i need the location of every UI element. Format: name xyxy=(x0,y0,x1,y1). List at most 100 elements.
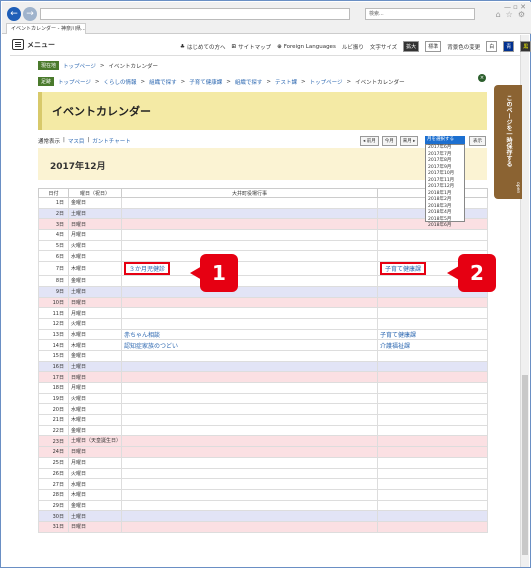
link-sitemap[interactable]: ⊞ サイトマップ xyxy=(231,41,271,52)
font-size-label: 文字サイズ xyxy=(369,44,398,51)
browser-toolbar: ← → 検索... ⌂ ☆ ⚙ — ▫ ✕ イベントカレンダー - 神奈川県..… xyxy=(2,2,531,34)
table-row: 24日 日曜日 xyxy=(38,446,488,458)
day-cell: 土曜日 xyxy=(68,285,122,298)
callout-2: 2 xyxy=(458,254,496,292)
prev-month-button[interactable]: ◂ 前月 xyxy=(360,136,379,146)
beginner-icon: ♣ xyxy=(180,43,185,50)
date-cell: 2日 xyxy=(38,207,69,220)
dept-link[interactable]: 子育て健康課 xyxy=(380,332,416,339)
next-month-button[interactable]: 来月 ▸ xyxy=(399,136,419,146)
breadcrumb-history: 足跡 トップページ > くらしの情報 > 組織で探す > 子育て健康課 > 組織で探す >… xyxy=(38,76,488,87)
gear-icon[interactable]: ⚙ xyxy=(518,10,525,19)
color-blue-button[interactable]: 青 xyxy=(503,41,515,52)
scrollbar-thumb[interactable] xyxy=(522,375,528,555)
month-select[interactable]: 月を選択する xyxy=(425,136,465,144)
day-cell: 火曜日 xyxy=(68,392,122,405)
crumb-link[interactable]: くらしの情報 xyxy=(104,78,137,86)
dept-link[interactable]: 子育て健康課 xyxy=(380,262,427,275)
font-standard-button[interactable]: 標準 xyxy=(425,41,442,52)
event-link[interactable]: ３か月児健診 xyxy=(124,262,171,275)
table-row: 12日 火曜日 xyxy=(38,317,488,330)
menu-label: メニュー xyxy=(27,40,55,49)
this-month-button[interactable]: 今月 xyxy=(381,136,397,146)
date-cell: 20日 xyxy=(38,403,69,416)
date-cell: 1日 xyxy=(38,197,69,209)
search-input[interactable]: 検索... xyxy=(365,8,475,20)
table-row: 31日 日曜日 xyxy=(38,520,488,533)
dept-cell xyxy=(377,229,488,241)
event-link[interactable]: 認知症家族のつどい xyxy=(124,343,178,350)
table-row: 6日 水曜日 xyxy=(38,250,488,263)
home-icon[interactable]: ⌂ xyxy=(496,10,501,19)
crumb-link[interactable]: トップページ xyxy=(63,62,96,70)
address-bar[interactable] xyxy=(40,8,350,20)
event-cell xyxy=(121,382,378,394)
link-foreign[interactable]: ⊕ Foreign Languages xyxy=(277,41,336,52)
event-link[interactable]: 赤ちゃん相談 xyxy=(124,332,160,339)
close-icon[interactable]: × xyxy=(478,74,486,82)
crumb-link[interactable]: トップページ xyxy=(58,78,91,86)
window-controls[interactable]: — ▫ ✕ xyxy=(504,3,526,11)
crumb-link[interactable]: 組織で探す xyxy=(235,78,263,86)
month-option[interactable]: 2018年6月 xyxy=(428,223,464,230)
event-cell xyxy=(121,239,378,252)
crumb-link[interactable]: 子育て健康課 xyxy=(189,78,222,86)
date-cell: 4日 xyxy=(38,229,69,241)
dept-cell xyxy=(377,488,488,501)
star-icon[interactable]: ☆ xyxy=(506,10,513,19)
dept-cell xyxy=(377,307,488,319)
table-row: 7日 木曜日 ３か月児健診 子育て健康課 xyxy=(38,261,488,277)
dept-cell xyxy=(377,414,488,426)
crumb-link[interactable]: 組織で探す xyxy=(149,78,177,86)
date-cell: 17日 xyxy=(38,371,69,383)
day-cell: 土曜日（天皇誕生日） xyxy=(68,435,122,448)
table-row: 29日 金曜日 xyxy=(38,499,488,512)
date-cell: 6日 xyxy=(38,250,69,263)
color-white-button[interactable]: 白 xyxy=(486,41,498,52)
header-date: 日付 xyxy=(38,188,69,198)
day-cell: 月曜日 xyxy=(68,382,122,394)
day-cell: 日曜日 xyxy=(68,371,122,383)
dept-link[interactable]: 介護福祉課 xyxy=(380,343,410,350)
table-row: 1日 金曜日 xyxy=(38,197,488,209)
date-cell: 13日 xyxy=(38,328,69,341)
display-button[interactable]: 表示 xyxy=(469,136,486,146)
date-cell: 11日 xyxy=(38,307,69,319)
day-cell: 金曜日 xyxy=(68,197,122,209)
day-cell: 水曜日 xyxy=(68,328,122,341)
date-cell: 18日 xyxy=(38,382,69,394)
date-cell: 27日 xyxy=(38,478,69,490)
open-label[interactable]: open xyxy=(496,182,520,193)
event-cell xyxy=(121,424,378,437)
dept-cell xyxy=(377,392,488,405)
event-cell xyxy=(121,317,378,330)
globe-icon: ⊕ xyxy=(277,43,282,50)
month-heading-box: 2017年12月 xyxy=(38,148,487,180)
dept-cell xyxy=(377,296,488,309)
browser-tab[interactable]: イベントカレンダー - 神奈川県... xyxy=(6,23,86,34)
event-cell xyxy=(121,456,378,469)
color-black-button[interactable]: 黒 xyxy=(520,41,531,52)
crumb-link[interactable]: テスト課 xyxy=(275,78,297,86)
day-cell: 日曜日 xyxy=(68,218,122,231)
event-cell: 認知症家族のつどい xyxy=(121,339,378,351)
event-cell: ３か月児健診 xyxy=(121,261,378,277)
crumb-link[interactable]: トップページ xyxy=(310,78,343,86)
font-enlarge-button[interactable]: 拡大 xyxy=(403,41,420,52)
back-button[interactable]: ← xyxy=(7,7,21,21)
date-cell: 7日 xyxy=(38,261,69,277)
date-cell: 10日 xyxy=(38,296,69,309)
view-normal: 通常表示 xyxy=(38,139,61,145)
menu-icon xyxy=(12,39,24,50)
day-cell: 火曜日 xyxy=(68,239,122,252)
view-grid-link[interactable]: マス目 xyxy=(68,137,85,145)
link-beginners[interactable]: ♣ はじめての方へ xyxy=(180,41,225,52)
table-row: 13日 水曜日 赤ちゃん相談 子育て健康課 xyxy=(38,328,488,341)
forward-button[interactable]: → xyxy=(23,7,37,21)
date-cell: 30日 xyxy=(38,510,69,522)
menu-button[interactable]: メニュー xyxy=(12,39,55,50)
dept-cell: 介護福祉課 xyxy=(377,339,488,351)
link-ruby[interactable]: ルビ振り xyxy=(342,41,364,52)
view-gantt-link[interactable]: ガントチャート xyxy=(92,137,130,145)
table-row: 30日 土曜日 xyxy=(38,510,488,522)
